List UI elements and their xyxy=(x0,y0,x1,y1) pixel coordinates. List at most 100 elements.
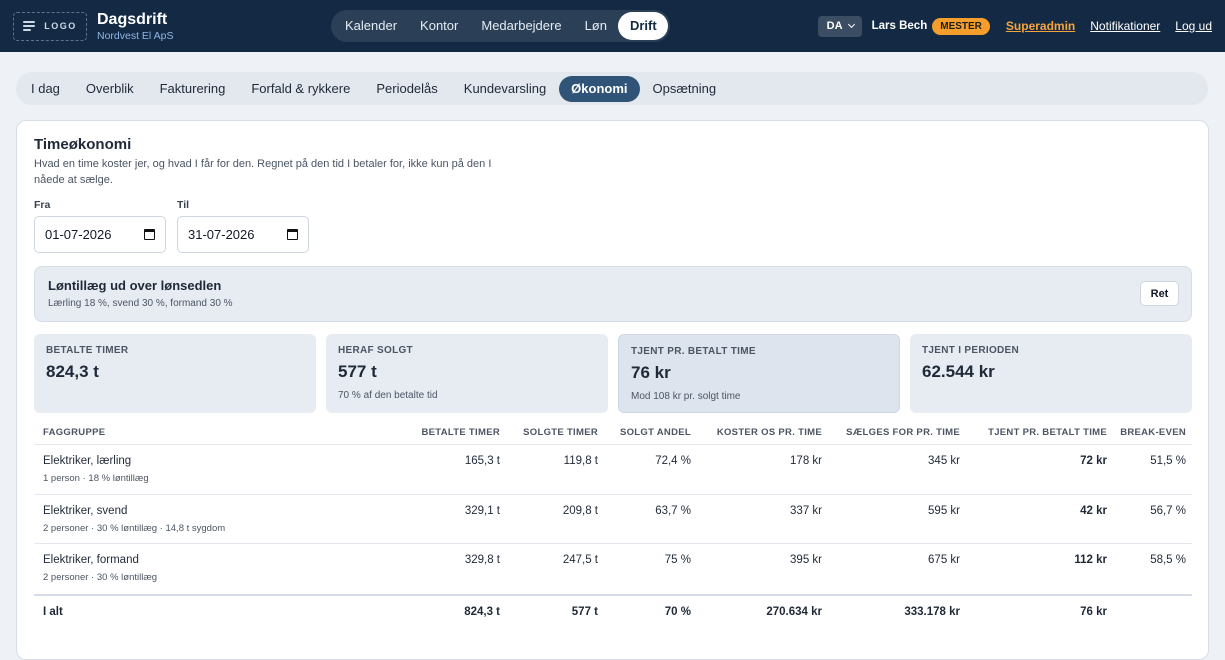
col-betalte-timer[interactable]: BETALTE TIMER xyxy=(324,427,500,438)
edit-button[interactable]: Ret xyxy=(1140,281,1179,306)
col-saelges-for[interactable]: SÆLGES FOR PR. TIME xyxy=(822,427,960,438)
stat-heraf-solgt: HERAF SOLGT 577 t 70 % af den betalte ti… xyxy=(326,334,608,413)
top-bar: LOGO Dagsdrift Nordvest El ApS Kalender … xyxy=(0,0,1225,52)
table-row[interactable]: Elektriker, lærling 1 person · 18 % lønt… xyxy=(34,445,1192,495)
cell-solgte: 119,8 t xyxy=(563,455,598,467)
nav-lon[interactable]: Løn xyxy=(573,12,618,40)
from-field: Fra 01-07-2026 xyxy=(34,199,166,253)
stat-tjent-i-perioden: TJENT I PERIODEN 62.544 kr xyxy=(910,334,1192,413)
cell-faggruppe: Elektriker, formand 2 personer · 30 % lø… xyxy=(34,554,324,583)
cell-solgte: 209,8 t xyxy=(562,504,598,517)
to-field: Til 31-07-2026 xyxy=(177,199,309,253)
cell-andel: 63,7 % xyxy=(655,504,691,517)
faggruppe-name: Elektriker, lærling xyxy=(43,455,132,467)
faggruppe-detail: 2 personer · 30 % løntillæg xyxy=(43,572,158,583)
nav-kalender[interactable]: Kalender xyxy=(333,12,408,40)
app-title: Dagsdrift xyxy=(97,10,168,28)
lontillaeg-sub: Lærling 18 %, svend 30 %, formand 30 % xyxy=(48,298,233,309)
brand: Dagsdrift Nordvest El ApS xyxy=(97,11,173,42)
faggruppe-table: FAGGRUPPE BETALTE TIMER SOLGTE TIMER SOL… xyxy=(34,421,1192,628)
card-description: Hvad en time koster jer, og hvad I får f… xyxy=(34,158,492,186)
col-solgte-timer[interactable]: SOLGTE TIMER xyxy=(500,427,598,438)
company-name: Nordvest El ApS xyxy=(97,29,174,42)
calendar-icon[interactable] xyxy=(144,229,155,240)
cell-break-even: 56,7 % xyxy=(1150,504,1186,517)
stat-label: BETALTE TIMER xyxy=(46,345,129,356)
to-date-value: 31-07-2026 xyxy=(188,227,255,242)
col-koster-os[interactable]: KOSTER OS PR. TIME xyxy=(691,427,822,438)
faggruppe-detail: 2 personer · 30 % løntillæg · 14,8 t syg… xyxy=(43,522,226,534)
stat-value: 824,3 t xyxy=(46,362,99,381)
superadmin-link[interactable]: Superadmin xyxy=(1006,19,1075,33)
lontillaeg-title: Løntillæg ud over lønsedlen xyxy=(48,278,222,293)
faggruppe-detail: 1 person · 18 % løntillæg xyxy=(43,473,149,484)
language-select[interactable]: DA xyxy=(817,15,862,37)
cell-koster: 395 kr xyxy=(790,554,822,566)
logo[interactable]: LOGO xyxy=(13,11,87,41)
tab-i-dag[interactable]: I dag xyxy=(18,76,73,102)
from-date-value: 01-07-2026 xyxy=(45,227,112,242)
tab-okonomi[interactable]: Økonomi xyxy=(559,75,640,102)
from-date-input[interactable]: 01-07-2026 xyxy=(34,216,166,253)
nav-kontor[interactable]: Kontor xyxy=(408,12,469,40)
timeokonomi-card: Timeøkonomi Hvad en time koster jer, og … xyxy=(16,120,1209,660)
notifications-link[interactable]: Notifikationer xyxy=(1090,19,1160,33)
total-saelges: 333.178 kr xyxy=(904,605,960,618)
cell-koster: 337 kr xyxy=(790,504,822,517)
tab-kundevarsling[interactable]: Kundevarsling xyxy=(451,76,559,102)
sub-nav: I dag Overblik Fakturering Forfald & ryk… xyxy=(16,72,1208,105)
language-value: DA xyxy=(826,20,843,32)
chevron-down-icon xyxy=(847,20,855,29)
cell-saelges: 345 kr xyxy=(928,455,960,467)
faggruppe-name: Elektriker, svend xyxy=(43,504,128,517)
tab-overblik[interactable]: Overblik xyxy=(73,76,147,102)
table-row[interactable]: Elektriker, formand 2 personer · 30 % lø… xyxy=(34,544,1192,594)
cell-andel: 75 % xyxy=(664,554,691,566)
col-break-even[interactable]: BREAK-EVEN xyxy=(1107,427,1186,438)
cell-koster: 178 kr xyxy=(790,455,822,467)
table-header: FAGGRUPPE BETALTE TIMER SOLGTE TIMER SOL… xyxy=(34,421,1192,445)
cell-betalte: 329,8 t xyxy=(464,554,500,566)
cell-tjent: 112 kr xyxy=(1074,554,1107,566)
to-date-input[interactable]: 31-07-2026 xyxy=(177,216,309,253)
col-solgt-andel[interactable]: SOLGT ANDEL xyxy=(598,427,691,438)
tab-forfald-rykkere[interactable]: Forfald & rykkere xyxy=(238,76,363,102)
cell-betalte: 165,3 t xyxy=(464,455,500,467)
stat-tjent-pr-betalt-time: TJENT PR. BETALT TIME 76 kr Mod 108 kr p… xyxy=(618,334,900,413)
user-name: Lars Bech xyxy=(871,20,928,32)
user-area: DA Lars Bech MESTER Superadmin Notifikat… xyxy=(817,0,1212,52)
total-label: I alt xyxy=(43,605,63,618)
nav-medarbejdere[interactable]: Medarbejdere xyxy=(469,12,572,40)
cell-saelges: 675 kr xyxy=(928,554,960,566)
total-tjent: 76 kr xyxy=(1080,605,1107,618)
stat-label: HERAF SOLGT xyxy=(338,345,413,356)
tab-opsaetning[interactable]: Opsætning xyxy=(640,76,730,102)
total-koster: 270.634 kr xyxy=(766,605,822,618)
cell-betalte: 329,1 t xyxy=(464,504,500,517)
from-label: Fra xyxy=(34,199,51,211)
stat-sub: Mod 108 kr pr. solgt time xyxy=(631,391,741,402)
col-tjent-pr-betalt-time[interactable]: TJENT PR. BETALT TIME xyxy=(960,427,1107,438)
main-nav: Kalender Kontor Medarbejdere Løn Drift xyxy=(331,10,670,42)
table-row[interactable]: Elektriker, svend 2 personer · 30 % lønt… xyxy=(34,495,1192,544)
stat-value: 76 kr xyxy=(631,363,671,382)
col-faggruppe[interactable]: FAGGRUPPE xyxy=(34,427,324,438)
lontillaeg-panel: Løntillæg ud over lønsedlen Lærling 18 %… xyxy=(34,266,1192,322)
logo-text: LOGO xyxy=(44,21,77,31)
cell-solgte: 247,5 t xyxy=(562,554,598,566)
cell-andel: 72,4 % xyxy=(655,455,691,467)
faggruppe-name: Elektriker, formand xyxy=(43,554,139,566)
stat-label: TJENT I PERIODEN xyxy=(922,345,1020,356)
logout-link[interactable]: Log ud xyxy=(1175,19,1212,33)
cell-break-even: 58,5 % xyxy=(1150,554,1186,566)
stat-value: 577 t xyxy=(338,362,377,381)
menu-icon xyxy=(23,21,36,31)
card-title: Timeøkonomi xyxy=(34,136,132,153)
tab-periodelas[interactable]: Periodelås xyxy=(363,76,450,102)
role-badge: MESTER xyxy=(932,17,990,35)
nav-drift[interactable]: Drift xyxy=(617,12,668,40)
tab-fakturering[interactable]: Fakturering xyxy=(147,76,239,102)
cell-tjent: 72 kr xyxy=(1080,455,1107,467)
calendar-icon[interactable] xyxy=(287,229,298,240)
stat-sub: 70 % af den betalte tid xyxy=(338,390,438,401)
